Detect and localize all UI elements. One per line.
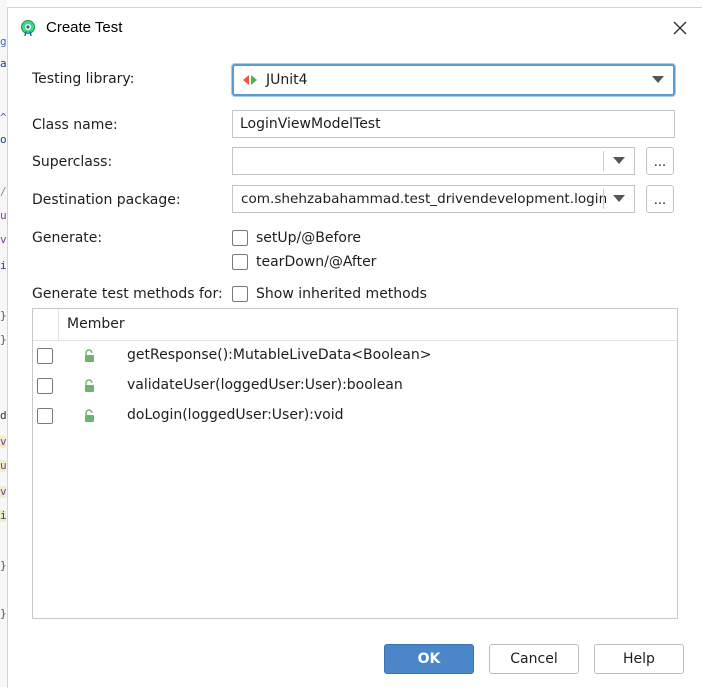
editor-glyph: }: [0, 334, 6, 346]
background-editor-strip: g a ^ o / u v i } } d v u v i } }: [0, 0, 7, 687]
superclass-combo[interactable]: [232, 147, 635, 175]
public-method-lock-icon: [85, 409, 94, 422]
testing-library-value: JUnit4: [242, 66, 308, 94]
dialog-title: Create Test: [46, 19, 123, 36]
editor-glyph: u: [0, 210, 6, 222]
editor-glyph: ^: [0, 112, 6, 124]
chevron-down-icon: [613, 195, 625, 202]
destination-package-combo[interactable]: com.shehzabahammad.test_drivendevelopmen…: [232, 185, 635, 213]
editor-glyph: a: [0, 58, 6, 70]
editor-glyph: g: [0, 36, 6, 48]
table-row[interactable]: doLogin(loggedUser:User):void: [33, 401, 677, 431]
method-signature: getResponse():MutableLiveData<Boolean>: [127, 347, 432, 363]
destination-package-label: Destination package:: [32, 192, 181, 208]
table-row[interactable]: validateUser(loggedUser:User):boolean: [33, 371, 677, 401]
editor-glyph: i: [0, 510, 6, 522]
teardown-after-label: tearDown/@After: [256, 254, 377, 270]
destination-package-browse-button[interactable]: ...: [646, 185, 674, 213]
editor-glyph: o: [0, 134, 6, 146]
class-name-label: Class name:: [32, 117, 118, 133]
public-method-lock-icon: [85, 379, 94, 392]
row-checkbox[interactable]: [37, 348, 53, 364]
column-separator: [58, 309, 59, 340]
chevron-down-icon: [613, 157, 625, 164]
teardown-after-checkbox[interactable]: [232, 254, 248, 270]
testing-library-dropdown-arrow[interactable]: [643, 66, 673, 94]
show-inherited-checkbox[interactable]: [232, 286, 248, 302]
testing-library-select[interactable]: JUnit4: [232, 64, 675, 96]
table-row[interactable]: getResponse():MutableLiveData<Boolean>: [33, 341, 677, 371]
editor-glyph: /: [0, 186, 6, 198]
testing-library-label: Testing library:: [32, 71, 135, 87]
superclass-browse-button[interactable]: ...: [646, 147, 674, 175]
android-studio-icon: [21, 20, 35, 36]
editor-glyph: v: [0, 436, 6, 448]
public-method-lock-icon: [85, 349, 94, 362]
editor-glyph: }: [0, 608, 6, 620]
setup-before-checkbox[interactable]: [232, 230, 248, 246]
editor-glyph: i: [0, 260, 6, 272]
chevron-down-icon: [652, 76, 664, 83]
row-checkbox[interactable]: [37, 408, 53, 424]
row-checkbox[interactable]: [37, 378, 53, 394]
method-signature: validateUser(loggedUser:User):boolean: [127, 377, 403, 393]
class-name-input[interactable]: [232, 110, 675, 138]
member-table: Member getResponse():MutableLiveData<Boo…: [32, 308, 678, 619]
editor-glyph: v: [0, 234, 6, 246]
setup-before-label: setUp/@Before: [256, 230, 362, 246]
member-column-header: Member: [67, 316, 125, 332]
testing-library-text: JUnit4: [266, 72, 308, 88]
help-button[interactable]: Help: [594, 644, 684, 674]
editor-glyph: }: [0, 310, 6, 322]
ok-button[interactable]: OK: [384, 644, 474, 674]
editor-glyph: v: [0, 486, 6, 498]
editor-glyph: d: [0, 410, 6, 422]
show-inherited-label: Show inherited methods: [256, 286, 427, 302]
create-test-dialog: Create Test Testing library: JUnit4 Clas…: [7, 7, 702, 688]
editor-glyph: u: [0, 460, 6, 472]
destination-package-value: com.shehzabahammad.test_drivendevelopmen…: [241, 191, 608, 207]
method-signature: doLogin(loggedUser:User):void: [127, 407, 344, 423]
junit-icon: [243, 75, 257, 85]
close-button[interactable]: [668, 16, 692, 40]
superclass-dropdown-arrow[interactable]: [604, 148, 634, 174]
close-icon: [673, 21, 687, 35]
generate-methods-label: Generate test methods for:: [32, 286, 223, 302]
superclass-label: Superclass:: [32, 154, 113, 170]
destination-package-dropdown-arrow[interactable]: [604, 186, 634, 212]
table-header: Member: [33, 309, 677, 341]
editor-glyph: }: [0, 560, 6, 572]
dialog-titlebar: Create Test: [8, 8, 702, 48]
cancel-button[interactable]: Cancel: [489, 644, 579, 674]
generate-label: Generate:: [32, 230, 103, 246]
